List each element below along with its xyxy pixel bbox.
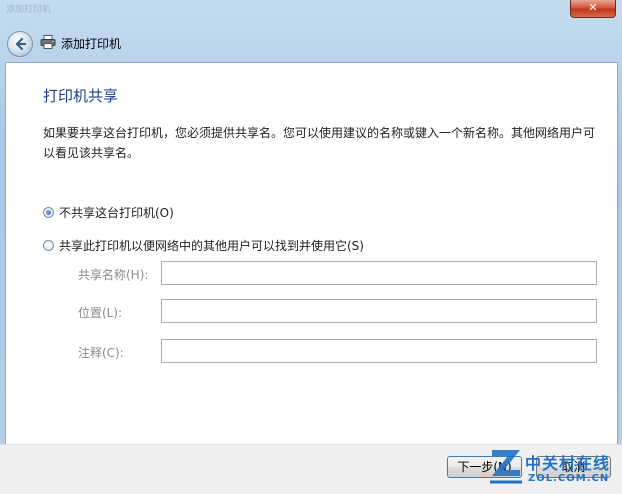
window-frame: 添加打印机 ✕ 添加打印机 打印机共享 如果要共享这台打印机，您必须提供共享名。… [0,0,622,494]
location-label: 位置(L): [78,306,123,320]
comment-input[interactable] [161,339,597,363]
share-name-label: 共享名称(H): [78,268,149,282]
location-input[interactable] [161,299,597,323]
title-bar: 添加打印机 ✕ [0,0,622,22]
radio-no-share[interactable]: 不共享这台打印机(O) [43,204,174,221]
watermark-brand-cn: 中关村在线 [525,454,611,473]
radio-share-indicator[interactable] [43,240,54,251]
printer-icon [40,35,56,49]
watermark-brand-en: ZOL.COM.CN [528,473,610,484]
radio-no-share-indicator[interactable] [43,207,54,218]
nav-title: 添加打印机 [61,37,122,51]
zol-logo-icon [490,450,522,484]
window-title: 添加打印机 [6,5,52,15]
page-heading: 打印机共享 [43,87,119,105]
close-icon: ✕ [588,1,598,14]
comment-label: 注释(C): [78,346,124,360]
page-description: 如果要共享这台打印机，您必须提供共享名。您可以使用建议的名称或键入一个新名称。其… [43,126,596,160]
wizard-content: 打印机共享 如果要共享这台打印机，您必须提供共享名。您可以使用建议的名称或键入一… [5,62,618,445]
radio-share-label[interactable]: 共享此打印机以便网络中的其他用户可以找到并使用它(S) [59,237,364,254]
navigation-bar: 添加打印机 [0,26,622,60]
radio-share[interactable]: 共享此打印机以便网络中的其他用户可以找到并使用它(S) [43,237,364,254]
watermark: 中关村在线 ZOL.COM.CN [488,446,622,493]
radio-no-share-label[interactable]: 不共享这台打印机(O) [59,204,174,221]
share-name-input[interactable] [161,261,597,285]
close-button[interactable]: ✕ [570,0,616,18]
back-arrow-icon [15,37,27,51]
back-button[interactable] [7,31,33,57]
